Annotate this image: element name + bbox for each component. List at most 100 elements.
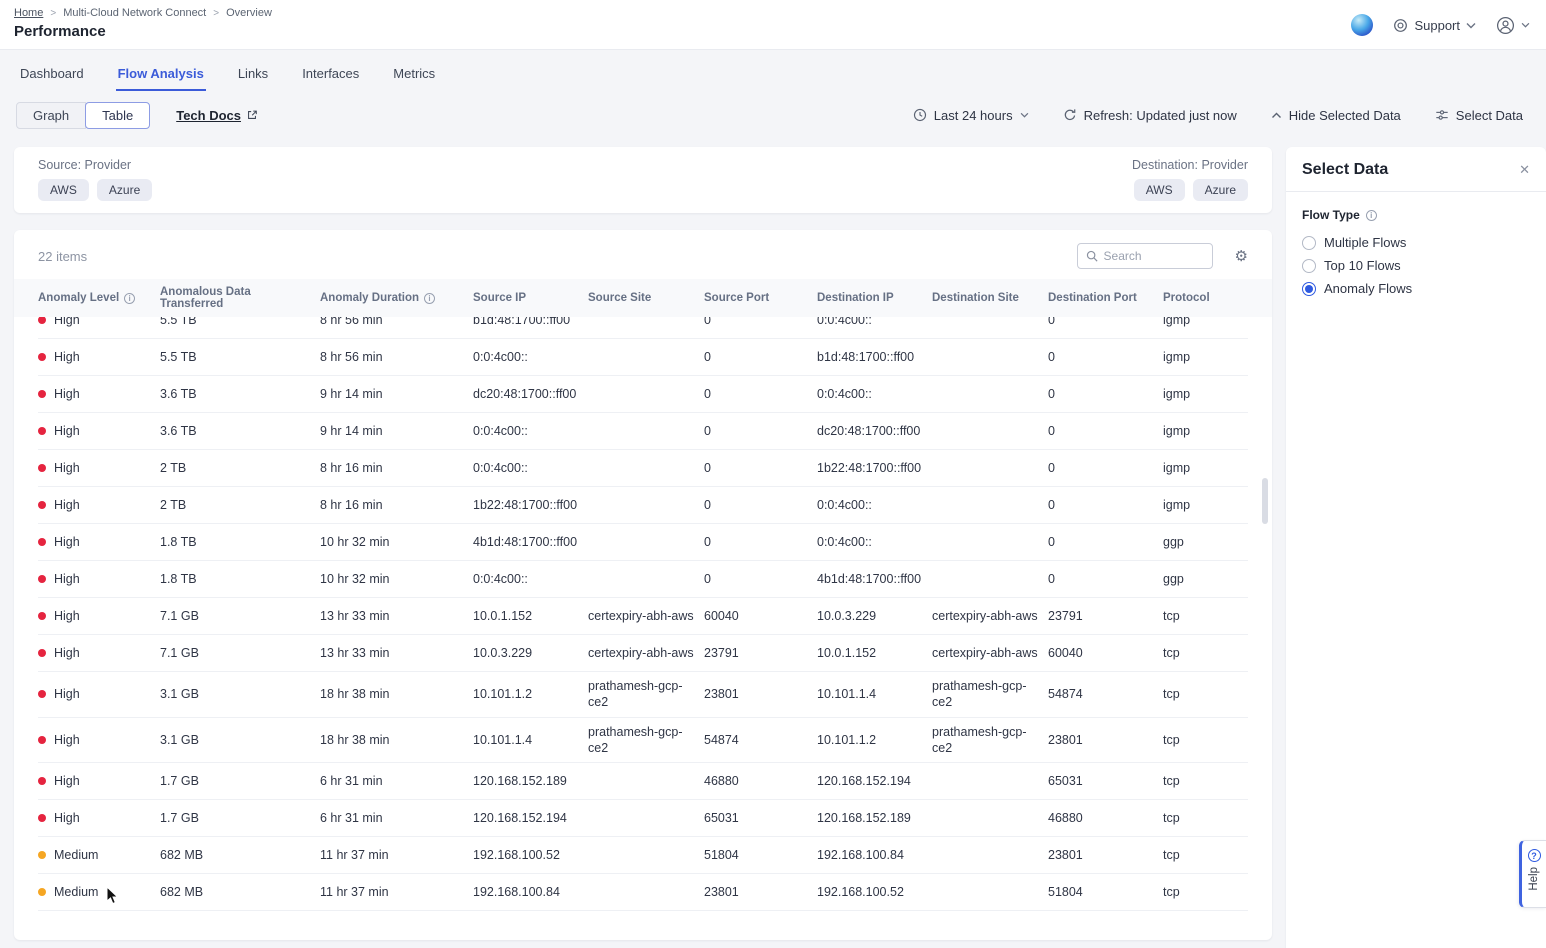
chip-azure[interactable]: Azure [1193,179,1248,201]
cell-destination-port: 23801 [1048,841,1163,869]
cell-anomaly-level: Medium [38,841,160,869]
table-row[interactable]: Medium682 MB11 hr 37 min192.168.100.8423… [38,874,1248,911]
radio-option-top-10-flows[interactable]: Top 10 Flows [1302,258,1530,273]
severity-dot [38,736,46,744]
cell-anomaly-level: High [38,680,160,708]
table-row[interactable]: High2 TB8 hr 16 min1b22:48:1700::ff0000:… [38,487,1248,524]
cell-protocol: ggp [1163,528,1248,556]
table-row[interactable]: High1.7 GB6 hr 31 min120.168.152.1894688… [38,763,1248,800]
hide-selected-data-button[interactable]: Hide Selected Data [1271,108,1401,123]
cell-anomaly-level: High [38,343,160,371]
cell-destination-ip: 0:0:4c00:: [817,380,932,408]
radio-icon [1302,236,1316,250]
support-menu[interactable]: Support [1393,18,1476,33]
cell-anomalous-data: 5.5 TB [160,343,320,371]
column-label: Destination IP [817,292,894,304]
cell-anomaly-level: High [38,767,160,795]
table-row[interactable]: High3.6 TB9 hr 14 min0:0:4c00::0dc20:48:… [38,413,1248,450]
anomaly-level-label: High [54,349,80,365]
cell-source-port: 54874 [704,726,817,754]
graph-view-button[interactable]: Graph [16,102,86,129]
chip-aws[interactable]: AWS [38,179,89,201]
cell-destination-port: 51804 [1048,878,1163,906]
cell-destination-site [932,849,1048,861]
help-tab[interactable]: ? Help [1519,840,1546,908]
table-settings-gear-icon[interactable]: ⚙ [1235,249,1248,264]
cell-source-ip: 0:0:4c00:: [473,565,588,593]
cell-anomalous-data: 3.6 TB [160,417,320,445]
chip-aws[interactable]: AWS [1134,179,1185,201]
table-row[interactable]: High3.6 TB9 hr 14 mindc20:48:1700::ff000… [38,376,1248,413]
cell-source-ip: 4b1d:48:1700::ff00 [473,528,588,556]
cell-anomaly-duration: 6 hr 31 min [320,767,473,795]
table-row[interactable]: Medium682 MB11 hr 37 min192.168.100.5251… [38,837,1248,874]
table-row[interactable]: High7.1 GB13 hr 33 min10.0.1.152certexpi… [38,598,1248,635]
info-icon[interactable] [1366,210,1377,221]
anomaly-level-label: High [54,773,80,789]
support-icon [1393,18,1408,33]
breadcrumb-home[interactable]: Home [14,7,43,19]
severity-dot [38,888,46,896]
sliders-icon [1435,108,1449,122]
cell-source-port: 23801 [704,878,817,906]
tab-flow-analysis[interactable]: Flow Analysis [116,62,206,91]
radio-option-multiple-flows[interactable]: Multiple Flows [1302,235,1530,250]
severity-dot [38,612,46,620]
cell-source-site [588,317,704,326]
cell-destination-ip: b1d:48:1700::ff00 [817,343,932,371]
cell-source-site [588,425,704,437]
search-icon [1086,250,1098,262]
cell-destination-ip: 0:0:4c00:: [817,317,932,334]
cell-destination-ip: dc20:48:1700::ff00 [817,417,932,445]
cell-destination-site [932,425,1048,437]
close-icon[interactable]: ✕ [1519,162,1530,178]
tech-docs-label: Tech Docs [176,108,241,123]
cell-protocol: tcp [1163,602,1248,630]
table-view-button[interactable]: Table [85,102,150,129]
search-input[interactable] [1104,249,1204,263]
table-row[interactable]: High1.8 TB10 hr 32 min0:0:4c00::04b1d:48… [38,561,1248,598]
table-row[interactable]: High1.8 TB10 hr 32 min4b1d:48:1700::ff00… [38,524,1248,561]
refresh-label: Refresh: Updated just now [1084,108,1237,123]
table-row[interactable]: High5.5 TB8 hr 56 minb1d:48:1700::ff0000… [38,317,1248,339]
chip-azure[interactable]: Azure [97,179,152,201]
cell-protocol: tcp [1163,726,1248,754]
radio-label: Top 10 Flows [1324,258,1401,273]
clock-icon [913,108,927,122]
table-scrollbar[interactable] [1262,478,1268,524]
refresh-button[interactable]: Refresh: Updated just now [1063,108,1237,123]
time-range-dropdown[interactable]: Last 24 hours [913,108,1029,123]
cell-anomaly-duration: 8 hr 56 min [320,343,473,371]
table-row[interactable]: High2 TB8 hr 16 min0:0:4c00::01b22:48:17… [38,450,1248,487]
breadcrumb-mcn[interactable]: Multi-Cloud Network Connect [63,7,206,19]
user-menu[interactable] [1496,16,1530,35]
cell-destination-port: 46880 [1048,804,1163,832]
table-row[interactable]: High5.5 TB8 hr 56 min0:0:4c00::0b1d:48:1… [38,339,1248,376]
radio-option-anomaly-flows[interactable]: Anomaly Flows [1302,281,1530,296]
cell-source-site [588,536,704,548]
severity-dot [38,777,46,785]
tech-docs-link[interactable]: Tech Docs [176,108,258,123]
table-row[interactable]: High7.1 GB13 hr 33 min10.0.3.229certexpi… [38,635,1248,672]
hide-selected-data-label: Hide Selected Data [1289,108,1401,123]
info-icon[interactable] [124,293,135,304]
table-row[interactable]: High3.1 GB18 hr 38 min10.101.1.2prathame… [38,672,1248,718]
table-row[interactable]: High1.7 GB6 hr 31 min120.168.152.1946503… [38,800,1248,837]
select-data-button[interactable]: Select Data [1435,108,1523,123]
cell-source-ip: 0:0:4c00:: [473,454,588,482]
tab-links[interactable]: Links [236,62,270,91]
table-row[interactable]: High3.1 GB18 hr 38 min10.101.1.4prathame… [38,718,1248,764]
cell-destination-ip: 192.168.100.84 [817,841,932,869]
breadcrumb-overview[interactable]: Overview [226,7,272,19]
table-search[interactable] [1077,243,1213,269]
info-icon[interactable] [424,293,435,304]
cell-destination-site [932,536,1048,548]
tab-metrics[interactable]: Metrics [391,62,437,91]
cell-anomaly-duration: 9 hr 14 min [320,417,473,445]
tab-interfaces[interactable]: Interfaces [300,62,361,91]
cell-source-port: 0 [704,565,817,593]
tab-dashboard[interactable]: Dashboard [18,62,86,91]
column-header-source-ip: Source IP [473,290,588,306]
cell-destination-ip: 10.0.1.152 [817,639,932,667]
column-label: Source Site [588,292,651,304]
